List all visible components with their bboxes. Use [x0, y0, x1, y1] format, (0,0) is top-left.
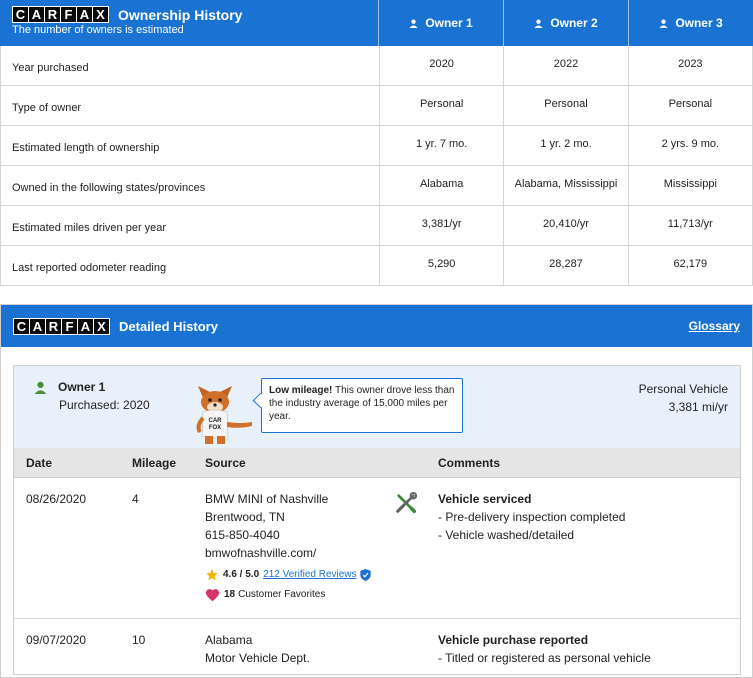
row-label: Type of owner: [1, 86, 380, 125]
source-rating: 4.6 / 5.0 212 Verified Reviews: [205, 566, 371, 584]
detailed-history-title: Detailed History: [119, 318, 218, 334]
owner-column-3: Owner 3: [629, 0, 753, 46]
cell-value: 2023: [678, 58, 703, 70]
person-icon: [534, 19, 543, 28]
favorites-count: 18: [224, 589, 236, 600]
cell-value: 2022: [504, 46, 629, 85]
row-label: Last reported odometer reading: [1, 246, 380, 285]
row-label: Estimated length of ownership: [1, 126, 380, 165]
vehicle-usage: Personal Vehicle 3,381 mi/yr: [639, 380, 728, 416]
column-header-date: Date: [26, 456, 53, 470]
cell-value: 1 yr. 7 mo.: [380, 126, 505, 165]
history-record: 08/26/2020 4 BMW MINI of Nashville Brent…: [14, 478, 740, 619]
cell-value: 3,381/yr: [380, 206, 505, 245]
carfax-fox-mascot: CAR FOX: [196, 386, 252, 444]
owner-name: Owner 1: [58, 380, 106, 394]
cell-value: 62,179: [673, 258, 708, 270]
table-row: Type of owner Personal Personal Personal: [0, 86, 753, 126]
cell-value: 1 yr. 2 mo.: [504, 126, 629, 165]
wrench-screwdriver-icon: [396, 492, 417, 514]
row-label: Owned in the following states/provinces: [1, 166, 380, 205]
favorites-label: Customer Favorites: [238, 589, 326, 600]
verified-reviews-link[interactable]: 212 Verified Reviews: [263, 566, 356, 584]
detailed-history-header: CARFAX Detailed History Glossary: [1, 305, 752, 347]
record-comments: Vehicle purchase reported - Titled or re…: [438, 631, 651, 667]
miles-per-year: 3,381 mi/yr: [668, 400, 728, 414]
comment-title: Vehicle serviced: [438, 492, 532, 506]
cell-value: 2 yrs. 9 mo.: [661, 138, 720, 150]
cell-value: Alabama: [380, 166, 505, 205]
record-source: Alabama Motor Vehicle Dept.: [205, 631, 310, 667]
owner-column-1: Owner 1: [379, 0, 504, 46]
source-phone[interactable]: 615-850-4040: [205, 526, 371, 544]
owner-summary: Owner 1 Purchased: 2020 CAR FOX Low mile…: [14, 366, 740, 448]
source-name: Alabama: [205, 633, 253, 647]
comment-line: - Vehicle washed/detailed: [438, 528, 575, 542]
cell-value: 28,287: [504, 246, 629, 285]
svg-text:CAR: CAR: [209, 418, 223, 424]
customer-favorites: 18 Customer Favorites: [205, 586, 371, 604]
ownership-title-cell: CARFAX Ownership History The number of o…: [0, 0, 379, 46]
source-name: BMW MINI of Nashville: [205, 492, 329, 506]
star-icon: [206, 569, 218, 581]
record-date: 09/07/2020: [26, 633, 87, 647]
cell-value: Personal: [380, 86, 505, 125]
record-mileage: 4: [132, 492, 139, 506]
row-label: Estimated miles driven per year: [1, 206, 380, 245]
record-comments: Vehicle serviced - Pre-delivery inspecti…: [438, 490, 625, 544]
source-detail: Motor Vehicle Dept.: [205, 651, 310, 665]
person-icon: [659, 19, 668, 28]
cell-value: 11,713/yr: [667, 218, 713, 230]
ownership-subtitle: The number of owners is estimated: [12, 24, 184, 36]
cell-value: 5,290: [380, 246, 505, 285]
row-label: Year purchased: [1, 46, 380, 85]
cell-value: Alabama, Mississippi: [504, 166, 629, 205]
cell-value: 2020: [380, 46, 505, 85]
comment-line: - Titled or registered as personal vehic…: [438, 651, 651, 665]
table-row: Year purchased 2020 2022 2023: [0, 46, 753, 86]
cell-value: 20,410/yr: [504, 206, 629, 245]
owner-column-2: Owner 2: [504, 0, 629, 46]
comment-line: - Pre-delivery inspection completed: [438, 510, 626, 524]
carfax-logo: CARFAX: [13, 317, 110, 335]
verified-shield-icon: [359, 569, 371, 581]
person-icon: [34, 381, 47, 394]
ownership-header: CARFAX Ownership History The number of o…: [0, 0, 753, 46]
column-header-mileage: Mileage: [132, 456, 177, 470]
table-row: Owned in the following states/provinces …: [0, 166, 753, 206]
comment-title: Vehicle purchase reported: [438, 633, 589, 647]
detailed-history-panel: CARFAX Detailed History Glossary Owner 1…: [0, 304, 753, 678]
svg-text:FOX: FOX: [209, 425, 221, 431]
heart-icon: [205, 589, 220, 602]
table-row: Estimated length of ownership 1 yr. 7 mo…: [0, 126, 753, 166]
cell-value: Personal: [504, 86, 629, 125]
owner-purchased: Purchased: 2020: [59, 398, 150, 412]
history-record: 09/07/2020 10 Alabama Motor Vehicle Dept…: [14, 619, 740, 677]
history-column-headers: Date Mileage Source Comments: [14, 448, 740, 478]
column-header-comments: Comments: [438, 456, 501, 470]
person-icon: [409, 19, 418, 28]
cell-value: Mississippi: [663, 178, 717, 190]
owner-history-card: Owner 1 Purchased: 2020 CAR FOX Low mile…: [13, 365, 741, 675]
table-row: Last reported odometer reading 5,290 28,…: [0, 246, 753, 286]
record-date: 08/26/2020: [26, 492, 87, 506]
record-source: BMW MINI of Nashville Brentwood, TN 615-…: [205, 490, 371, 604]
glossary-link[interactable]: Glossary: [689, 319, 740, 333]
column-header-source: Source: [205, 456, 246, 470]
source-location: Brentwood, TN: [205, 510, 285, 524]
cell-value: Personal: [668, 98, 713, 110]
source-website[interactable]: bmwofnashville.com/: [205, 544, 371, 562]
rating-score: 4.6 / 5.0: [223, 569, 260, 580]
carfax-logo: CARFAX: [12, 6, 109, 23]
low-mileage-callout: Low mileage! This owner drove less than …: [261, 378, 463, 433]
record-mileage: 10: [132, 633, 146, 647]
ownership-history-table: CARFAX Ownership History The number of o…: [0, 0, 753, 286]
table-row: Estimated miles driven per year 3,381/yr…: [0, 206, 753, 246]
ownership-title: Ownership History: [118, 6, 243, 23]
vehicle-type: Personal Vehicle: [638, 382, 728, 396]
